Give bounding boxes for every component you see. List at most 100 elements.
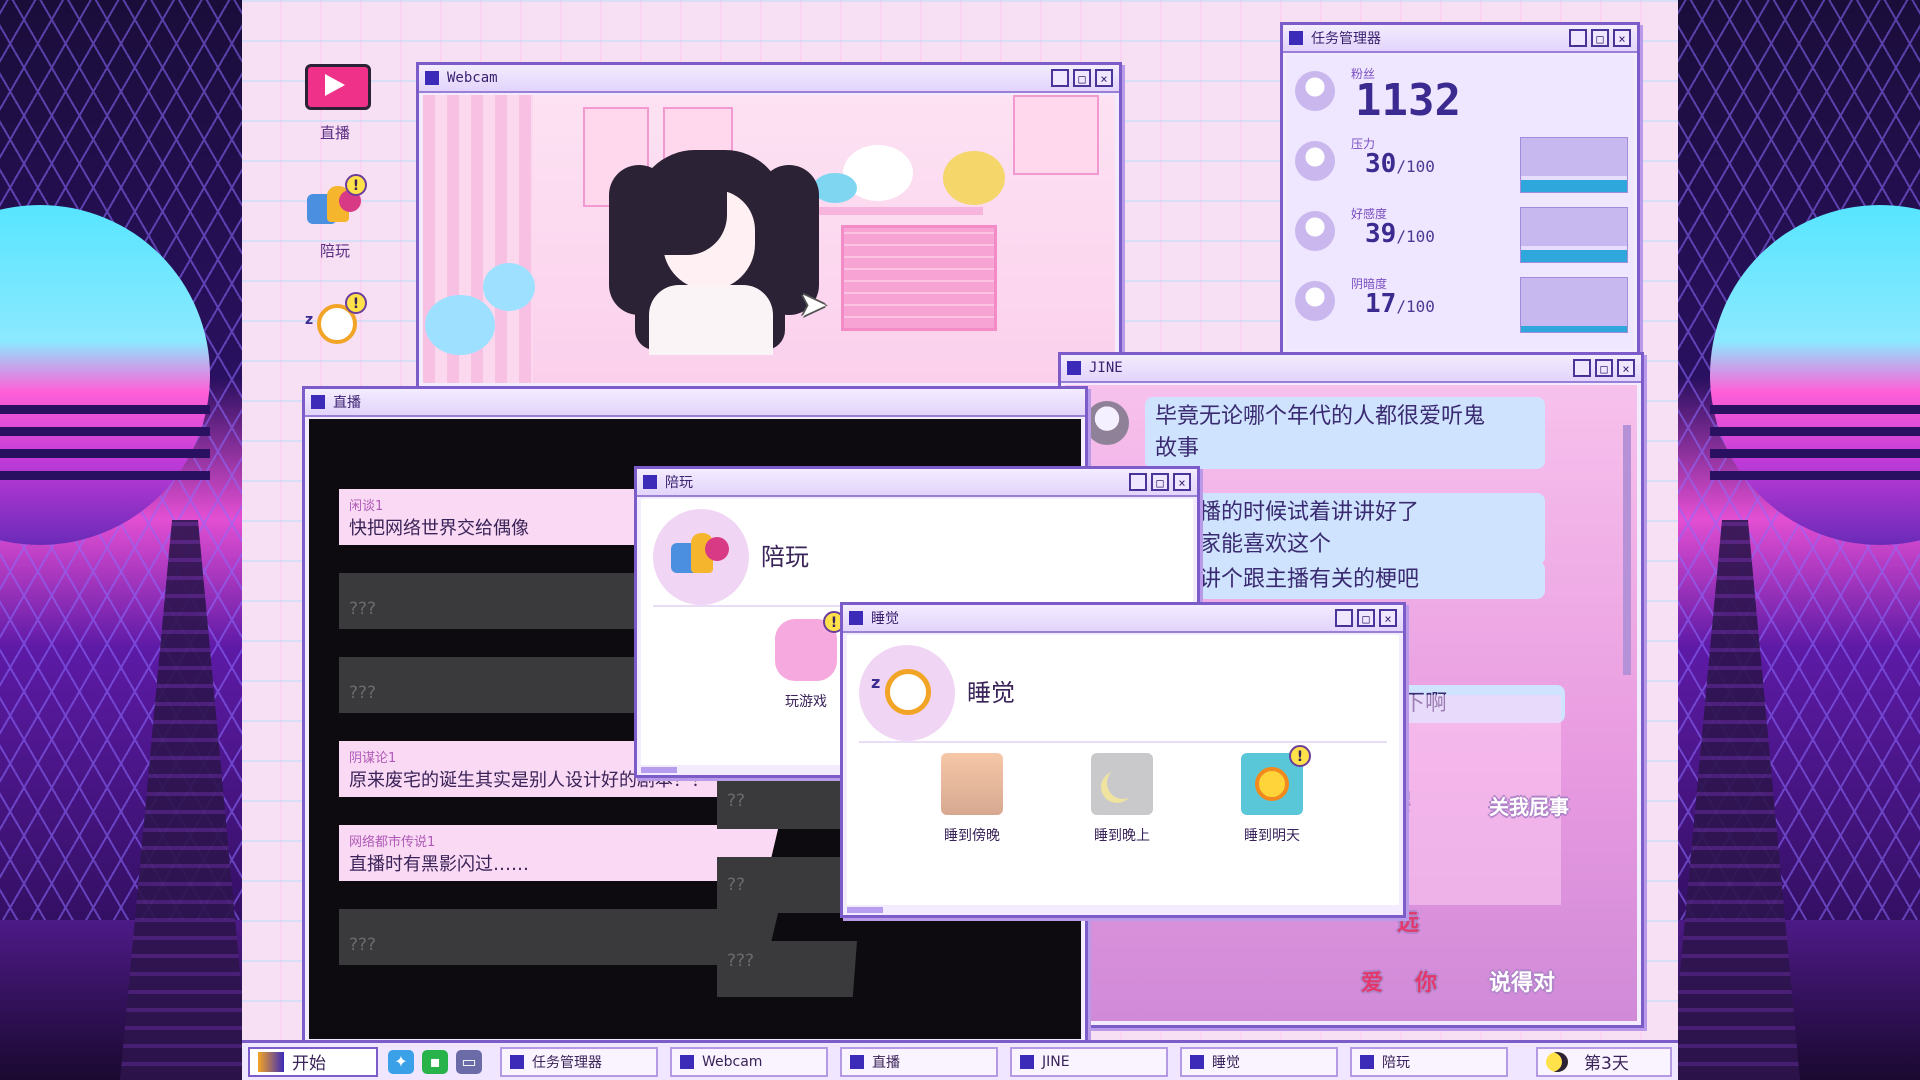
taskbar-item-task-manager[interactable]: 任务管理器 xyxy=(500,1046,658,1077)
background-left xyxy=(0,0,242,1080)
webcam-view: ➤ xyxy=(423,95,1115,383)
task-manager-titlebar[interactable]: 任务管理器 _ □ × xyxy=(1283,25,1637,53)
alarm-clock-icon: z xyxy=(859,645,955,741)
moon-icon xyxy=(1091,753,1153,815)
stamp-label[interactable]: 说得对 xyxy=(1489,965,1555,997)
window-title: 睡觉 xyxy=(871,611,899,627)
minimize-button[interactable]: _ xyxy=(1569,29,1587,47)
alarm-clock-icon: z ! xyxy=(303,292,367,354)
avatar xyxy=(1295,281,1335,321)
shark-plush xyxy=(813,173,857,203)
heart-balloon xyxy=(425,295,495,355)
cursor-icon: ➤ xyxy=(799,285,828,325)
chat-message: 在直播的时候试着讲讲好了 望大家能喜欢这个 xyxy=(1145,493,1545,565)
sleep-until-tomorrow-button[interactable]: ! 睡到明天 xyxy=(1217,745,1327,845)
minimize-button[interactable]: _ xyxy=(1573,359,1591,377)
taskbar-item-stream[interactable]: 直播 xyxy=(840,1046,998,1077)
poster xyxy=(1013,95,1099,175)
stamp-label[interactable]: 你 xyxy=(1415,965,1437,997)
stamp-label[interactable]: 爱 xyxy=(1361,965,1383,997)
webcam-titlebar[interactable]: Webcam _ □ × xyxy=(419,65,1119,93)
chat-message: 次先讲个跟主播有关的梗吧 xyxy=(1145,561,1545,599)
topic-item-locked: ?? xyxy=(717,857,857,913)
darkness-bar xyxy=(1520,277,1628,333)
scrollbar[interactable] xyxy=(1623,425,1631,675)
window-icon xyxy=(849,611,863,625)
desktop-icon-companion[interactable]: ! 陪玩 xyxy=(290,174,380,261)
close-button[interactable]: × xyxy=(1095,69,1113,87)
jine-titlebar[interactable]: JINE _ □ × xyxy=(1061,355,1641,383)
topic-item-locked: ?? xyxy=(717,773,857,829)
shelf xyxy=(803,207,983,215)
desktop-icon-stream[interactable]: 直播 xyxy=(290,62,380,143)
close-button[interactable]: × xyxy=(1613,29,1631,47)
twitter-icon[interactable]: ✦ xyxy=(388,1049,414,1074)
desktop-icon-label: 直播 xyxy=(319,124,350,142)
window-icon xyxy=(425,71,439,85)
monitor-icon[interactable]: ▭ xyxy=(456,1049,482,1074)
sleep-until-evening-button[interactable]: 睡到傍晚 xyxy=(917,753,1027,845)
fireplace xyxy=(841,225,997,331)
maximize-button[interactable]: □ xyxy=(1591,29,1609,47)
stat-value: 17∕100 xyxy=(1365,289,1435,319)
avatar xyxy=(1295,71,1335,111)
window-icon xyxy=(311,395,325,409)
minimize-button[interactable]: _ xyxy=(1051,69,1069,87)
start-button[interactable]: 开始 xyxy=(248,1046,378,1077)
window-icon xyxy=(1067,361,1081,375)
window-title: JINE xyxy=(1089,360,1123,376)
maximize-button[interactable]: □ xyxy=(1073,69,1091,87)
chat-message: 毕竟无论哪个年代的人都很爱听鬼 故事 xyxy=(1145,397,1545,469)
stress-bar xyxy=(1520,137,1628,193)
window-icon xyxy=(1289,31,1303,45)
taskbar-item-sleep[interactable]: 睡觉 xyxy=(1180,1046,1338,1077)
start-icon xyxy=(258,1051,284,1072)
stat-value: 1132 xyxy=(1355,75,1461,126)
moon-icon xyxy=(1546,1051,1568,1072)
gamepad-heart-icon: ! xyxy=(303,174,367,236)
maximize-button[interactable]: □ xyxy=(1357,609,1375,627)
start-label: 开始 xyxy=(292,1054,326,1074)
window-title: 任务管理器 xyxy=(1311,31,1381,47)
desktop: 直播 ! 陪玩 z ! Webcam _ □ × ➤ 任务管理器 _ □ × 粉… xyxy=(242,0,1678,1046)
window-title: 陪玩 xyxy=(665,475,693,491)
sunset-icon xyxy=(941,753,1003,815)
dialog-heading: 陪玩 xyxy=(761,543,809,571)
gamepad-icon: ! xyxy=(775,611,845,681)
webcam-window[interactable]: Webcam _ □ × ➤ xyxy=(416,62,1122,390)
close-button[interactable]: × xyxy=(1173,473,1191,491)
sleep-titlebar[interactable]: 睡觉 _ □ × xyxy=(843,605,1403,633)
task-manager-window[interactable]: 任务管理器 _ □ × 粉丝 1132 压力 30∕100 好感度 39∕100 xyxy=(1280,22,1640,356)
bear-plush xyxy=(943,151,1005,205)
close-button[interactable]: × xyxy=(1617,359,1635,377)
livestream-titlebar[interactable]: 直播 xyxy=(305,389,1085,417)
chat-icon[interactable]: ▪ xyxy=(422,1049,448,1074)
desktop-icon-sleep[interactable]: z ! xyxy=(290,292,380,358)
maximize-button[interactable]: □ xyxy=(1151,473,1169,491)
stat-value: 39∕100 xyxy=(1365,219,1435,249)
affection-bar xyxy=(1520,207,1628,263)
sleep-until-night-button[interactable]: 睡到晚上 xyxy=(1067,753,1177,845)
sun-icon: ! xyxy=(1241,745,1311,815)
heart-balloon xyxy=(483,263,535,311)
taskbar-item-companion[interactable]: 陪玩 xyxy=(1350,1046,1508,1077)
day-counter: 第3天 xyxy=(1536,1046,1672,1077)
topic-item[interactable]: 网络都市传说1 直播时有黑影闪过…… xyxy=(339,825,779,881)
sleep-dialog[interactable]: 睡觉 _ □ × z 睡觉 睡到傍晚 睡到晚上 ! 睡到明天 xyxy=(840,602,1406,918)
taskbar: 开始 ✦ ▪ ▭ 任务管理器 Webcam 直播 JINE 睡觉 陪玩 第3天 xyxy=(242,1040,1678,1080)
minimize-button[interactable]: _ xyxy=(1129,473,1147,491)
desktop-icon-label: 陪玩 xyxy=(319,242,350,260)
close-button[interactable]: × xyxy=(1379,609,1397,627)
stamp-label[interactable]: 关我屁事 xyxy=(1489,791,1569,820)
topic-item-locked: ??? xyxy=(339,909,779,965)
stat-value: 30∕100 xyxy=(1365,149,1435,179)
window-icon xyxy=(643,475,657,489)
background-right xyxy=(1678,0,1920,1080)
avatar xyxy=(1085,401,1129,445)
maximize-button[interactable]: □ xyxy=(1595,359,1613,377)
minimize-button[interactable]: _ xyxy=(1335,609,1353,627)
taskbar-item-jine[interactable]: JINE xyxy=(1010,1046,1168,1077)
window-title: 直播 xyxy=(333,395,361,411)
companion-titlebar[interactable]: 陪玩 _ □ × xyxy=(637,469,1197,497)
taskbar-item-webcam[interactable]: Webcam xyxy=(670,1046,828,1077)
